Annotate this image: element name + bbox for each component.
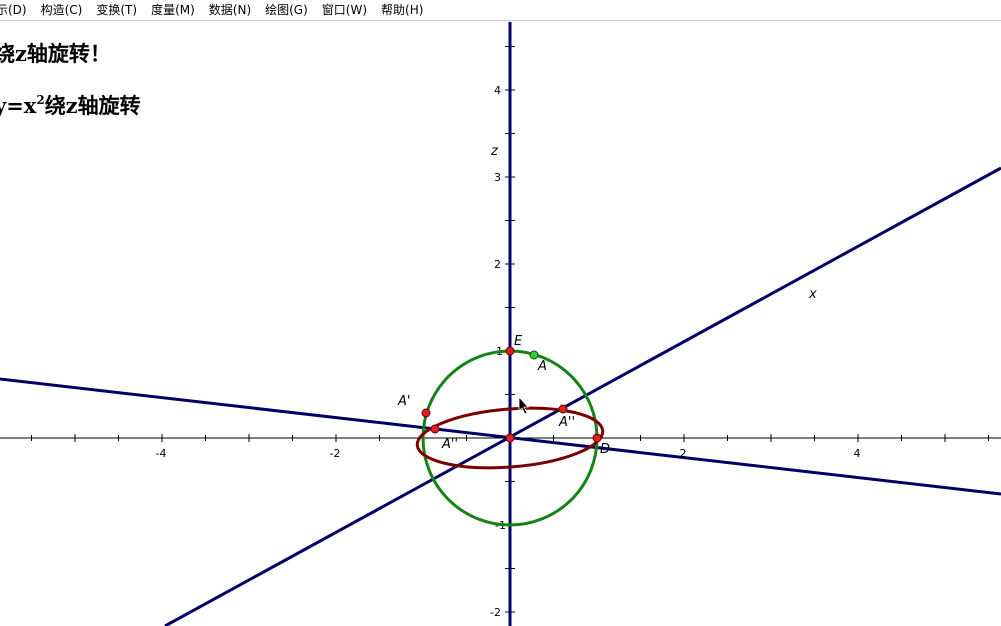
menu-bar: 示(D) 构造(C) 变换(T) 度量(M) 数据(N) 绘图(G) 窗口(W)…: [0, 0, 1001, 21]
menu-transform[interactable]: 变换(T): [89, 0, 144, 21]
tick-label-z-2: 2: [494, 258, 501, 271]
point-e[interactable]: [505, 346, 515, 356]
point-a[interactable]: [529, 350, 539, 360]
menu-help[interactable]: 帮助(H): [374, 0, 430, 21]
menu-construct[interactable]: 构造(C): [34, 0, 90, 21]
tick-label-x-4: 4: [854, 447, 861, 460]
tick-label-x-neg4: -4: [156, 447, 167, 460]
point-a-double-prime-left[interactable]: [430, 424, 440, 434]
label-d: D: [600, 442, 610, 457]
menu-data[interactable]: 数据(N): [202, 0, 258, 21]
point-a-prime[interactable]: [421, 408, 431, 418]
point-d[interactable]: [592, 433, 602, 443]
x-axis-label: x: [808, 287, 817, 302]
menu-graph[interactable]: 绘图(G): [258, 0, 315, 21]
tick-label-x-2: 2: [680, 447, 687, 460]
menu-window[interactable]: 窗口(W): [315, 0, 374, 21]
label-a-double-prime-right: A'': [558, 415, 575, 430]
label-a: A: [537, 359, 547, 374]
oblique-axis-y[interactable]: [0, 377, 1001, 496]
label-a-prime: A': [397, 394, 410, 409]
mouse-cursor-icon: [518, 395, 529, 415]
menu-display[interactable]: 示(D): [0, 0, 34, 21]
label-a-double-prime-left: A'': [441, 437, 458, 452]
sketch-canvas[interactable]: 绕z轴旋转！ y=x2绕z轴旋转 -4 -2 2 4 4 3 2 1 -1 -2…: [0, 22, 1001, 626]
point-origin[interactable]: [505, 433, 515, 443]
point-a-double-prime-right[interactable]: [558, 404, 568, 414]
menu-measure[interactable]: 度量(M): [144, 0, 202, 21]
x-axis[interactable]: [164, 166, 1001, 626]
geometry-drawing: -4 -2 2 4 4 3 2 1 -1 -2 z x E A A' A'' A…: [0, 22, 1001, 626]
tick-label-x-neg2: -2: [330, 447, 341, 460]
z-axis-label: z: [490, 144, 499, 159]
label-e: E: [514, 334, 523, 349]
tick-label-z-3: 3: [494, 171, 501, 184]
tick-label-z-neg2: -2: [490, 606, 501, 619]
tick-label-z-4: 4: [494, 84, 501, 97]
